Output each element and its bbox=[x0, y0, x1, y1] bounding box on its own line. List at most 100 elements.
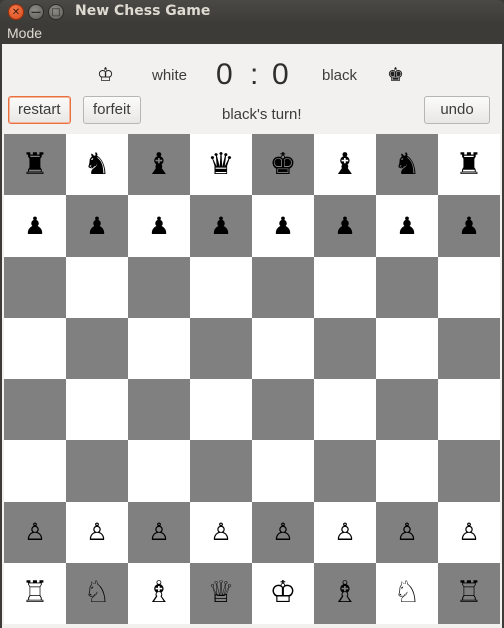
square-b5[interactable] bbox=[66, 317, 128, 379]
square-f4[interactable] bbox=[314, 379, 376, 441]
black-rook-icon[interactable]: ♜ bbox=[22, 149, 49, 180]
square-e1[interactable]: ♔ bbox=[252, 562, 314, 624]
square-a1[interactable]: ♖ bbox=[4, 562, 66, 624]
square-h3[interactable] bbox=[438, 440, 500, 502]
square-g4[interactable] bbox=[376, 379, 438, 441]
square-c2[interactable]: ♙ bbox=[128, 501, 190, 563]
black-queen-icon[interactable]: ♛ bbox=[208, 149, 235, 180]
square-c3[interactable] bbox=[128, 440, 190, 502]
restart-button[interactable]: restart bbox=[8, 96, 71, 124]
square-a4[interactable] bbox=[4, 379, 66, 441]
square-g3[interactable] bbox=[376, 440, 438, 502]
square-h2[interactable]: ♙ bbox=[438, 501, 500, 563]
square-f1[interactable]: ♗ bbox=[314, 562, 376, 624]
square-h6[interactable] bbox=[438, 256, 500, 318]
white-pawn-icon[interactable]: ♙ bbox=[210, 520, 232, 544]
square-a5[interactable] bbox=[4, 317, 66, 379]
square-g2[interactable]: ♙ bbox=[376, 501, 438, 563]
white-queen-icon[interactable]: ♕ bbox=[208, 578, 235, 608]
black-pawn-icon[interactable]: ♟ bbox=[86, 214, 108, 238]
black-bishop-icon[interactable]: ♝ bbox=[146, 149, 173, 180]
white-pawn-icon[interactable]: ♙ bbox=[334, 520, 356, 544]
white-knight-icon[interactable]: ♘ bbox=[84, 578, 111, 608]
menu-mode[interactable]: Mode bbox=[7, 25, 42, 41]
square-h8[interactable]: ♜ bbox=[438, 134, 500, 196]
black-pawn-icon[interactable]: ♟ bbox=[24, 214, 46, 238]
square-a8[interactable]: ♜ bbox=[4, 134, 66, 196]
square-d4[interactable] bbox=[190, 379, 252, 441]
white-bishop-icon[interactable]: ♗ bbox=[146, 578, 173, 608]
white-pawn-icon[interactable]: ♙ bbox=[86, 520, 108, 544]
white-rook-icon[interactable]: ♖ bbox=[22, 578, 49, 608]
square-c5[interactable] bbox=[128, 317, 190, 379]
square-a7[interactable]: ♟ bbox=[4, 195, 66, 257]
white-bishop-icon[interactable]: ♗ bbox=[332, 578, 359, 608]
white-pawn-icon[interactable]: ♙ bbox=[272, 520, 294, 544]
square-e3[interactable] bbox=[252, 440, 314, 502]
white-pawn-icon[interactable]: ♙ bbox=[458, 520, 480, 544]
square-e8[interactable]: ♚ bbox=[252, 134, 314, 196]
black-rook-icon[interactable]: ♜ bbox=[456, 149, 483, 180]
square-d5[interactable] bbox=[190, 317, 252, 379]
square-h1[interactable]: ♖ bbox=[438, 562, 500, 624]
white-pawn-icon[interactable]: ♙ bbox=[396, 520, 418, 544]
square-h5[interactable] bbox=[438, 317, 500, 379]
white-king-icon[interactable]: ♔ bbox=[270, 578, 297, 608]
square-c6[interactable] bbox=[128, 256, 190, 318]
square-g7[interactable]: ♟ bbox=[376, 195, 438, 257]
square-f8[interactable]: ♝ bbox=[314, 134, 376, 196]
black-knight-icon[interactable]: ♞ bbox=[394, 149, 421, 180]
black-pawn-icon[interactable]: ♟ bbox=[396, 214, 418, 238]
square-g1[interactable]: ♘ bbox=[376, 562, 438, 624]
black-knight-icon[interactable]: ♞ bbox=[84, 149, 111, 180]
square-f5[interactable] bbox=[314, 317, 376, 379]
square-b4[interactable] bbox=[66, 379, 128, 441]
square-d8[interactable]: ♛ bbox=[190, 134, 252, 196]
square-c8[interactable]: ♝ bbox=[128, 134, 190, 196]
square-e5[interactable] bbox=[252, 317, 314, 379]
maximize-window-button[interactable]: □ bbox=[48, 4, 64, 20]
square-a3[interactable] bbox=[4, 440, 66, 502]
square-f7[interactable]: ♟ bbox=[314, 195, 376, 257]
square-b6[interactable] bbox=[66, 256, 128, 318]
white-knight-icon[interactable]: ♘ bbox=[394, 578, 421, 608]
square-d2[interactable]: ♙ bbox=[190, 501, 252, 563]
black-pawn-icon[interactable]: ♟ bbox=[148, 214, 170, 238]
square-d3[interactable] bbox=[190, 440, 252, 502]
white-rook-icon[interactable]: ♖ bbox=[456, 578, 483, 608]
black-bishop-icon[interactable]: ♝ bbox=[332, 149, 359, 180]
black-pawn-icon[interactable]: ♟ bbox=[272, 214, 294, 238]
minimize-window-button[interactable]: — bbox=[28, 4, 44, 20]
square-b7[interactable]: ♟ bbox=[66, 195, 128, 257]
square-f3[interactable] bbox=[314, 440, 376, 502]
square-c7[interactable]: ♟ bbox=[128, 195, 190, 257]
close-window-button[interactable]: ✕ bbox=[8, 4, 24, 20]
square-h4[interactable] bbox=[438, 379, 500, 441]
square-b2[interactable]: ♙ bbox=[66, 501, 128, 563]
undo-button[interactable]: undo bbox=[424, 96, 490, 124]
white-pawn-icon[interactable]: ♙ bbox=[148, 520, 170, 544]
square-f6[interactable] bbox=[314, 256, 376, 318]
square-g6[interactable] bbox=[376, 256, 438, 318]
square-b3[interactable] bbox=[66, 440, 128, 502]
white-pawn-icon[interactable]: ♙ bbox=[24, 520, 46, 544]
square-a2[interactable]: ♙ bbox=[4, 501, 66, 563]
square-h7[interactable]: ♟ bbox=[438, 195, 500, 257]
square-e2[interactable]: ♙ bbox=[252, 501, 314, 563]
square-g5[interactable] bbox=[376, 317, 438, 379]
square-a6[interactable] bbox=[4, 256, 66, 318]
square-e6[interactable] bbox=[252, 256, 314, 318]
square-d6[interactable] bbox=[190, 256, 252, 318]
square-d7[interactable]: ♟ bbox=[190, 195, 252, 257]
black-pawn-icon[interactable]: ♟ bbox=[334, 214, 356, 238]
square-e4[interactable] bbox=[252, 379, 314, 441]
square-e7[interactable]: ♟ bbox=[252, 195, 314, 257]
square-f2[interactable]: ♙ bbox=[314, 501, 376, 563]
square-d1[interactable]: ♕ bbox=[190, 562, 252, 624]
square-c4[interactable] bbox=[128, 379, 190, 441]
forfeit-button[interactable]: forfeit bbox=[83, 96, 141, 124]
black-pawn-icon[interactable]: ♟ bbox=[458, 214, 480, 238]
square-b1[interactable]: ♘ bbox=[66, 562, 128, 624]
square-b8[interactable]: ♞ bbox=[66, 134, 128, 196]
square-c1[interactable]: ♗ bbox=[128, 562, 190, 624]
